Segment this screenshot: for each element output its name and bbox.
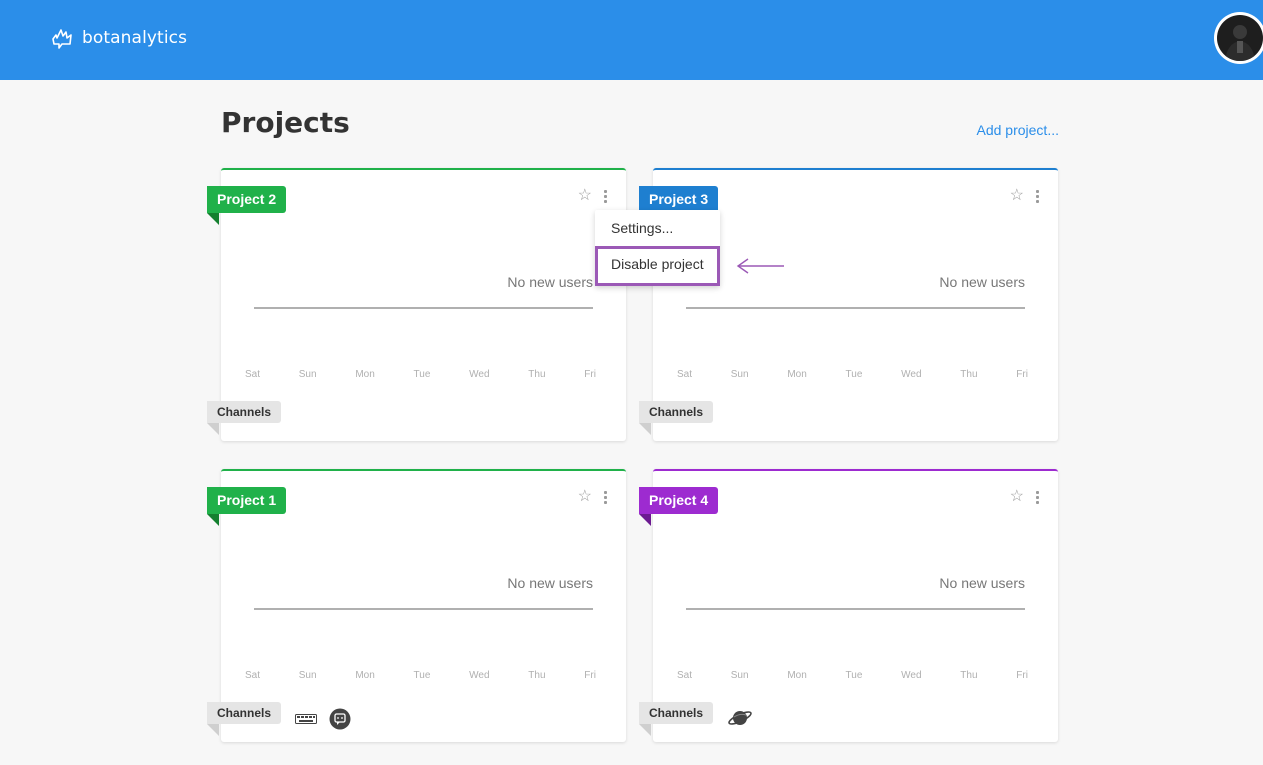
no-new-users-label: No new users [507, 274, 593, 290]
day-label: Mon [787, 670, 807, 681]
channels-tag: Channels [207, 702, 282, 736]
day-label: Tue [413, 369, 431, 380]
day-label: Wed [469, 369, 490, 380]
day-label: Tue [845, 670, 863, 681]
chart-line [686, 608, 1025, 610]
channels-tag: Channels [207, 401, 282, 435]
day-label: Fri [584, 369, 596, 380]
no-new-users-label: No new users [507, 575, 593, 591]
day-label: Sat [245, 369, 261, 380]
day-label: Fri [1016, 369, 1028, 380]
day-axis: Sat Sun Mon Tue Wed Thu Fri [245, 670, 596, 681]
more-options-icon[interactable] [602, 189, 608, 203]
disable-project-menu-item[interactable]: Disable project [595, 246, 720, 286]
day-label: Sat [677, 369, 693, 380]
project-name-tag[interactable]: Project 1 [207, 487, 287, 526]
day-label: Sun [730, 369, 749, 380]
add-project-link[interactable]: Add project... [977, 122, 1060, 138]
day-axis: Sat Sun Mon Tue Wed Thu Fri [677, 369, 1028, 380]
chart-line [254, 608, 593, 610]
day-label: Fri [584, 670, 596, 681]
more-options-icon[interactable] [602, 490, 608, 504]
day-label: Sun [298, 670, 317, 681]
project-card[interactable]: Project 2 ☆ No new users Sat Sun Mon Tue… [207, 168, 626, 441]
project-card[interactable]: Project 3 ☆ No new users Sat Sun Mon Tue… [639, 168, 1058, 441]
more-options-icon[interactable] [1034, 189, 1040, 203]
day-label: Sat [245, 670, 261, 681]
day-label: Thu [960, 369, 978, 380]
channels-tag: Channels [639, 401, 714, 435]
star-icon[interactable]: ☆ [578, 489, 592, 505]
day-label: Wed [901, 670, 922, 681]
channels-tag: Channels [639, 702, 714, 736]
day-label: Fri [1016, 670, 1028, 681]
star-icon[interactable]: ☆ [1010, 188, 1024, 204]
planet-icon [728, 711, 752, 725]
day-label: Wed [901, 369, 922, 380]
keyboard-icon [295, 714, 317, 724]
project-card[interactable]: Project 4 ☆ No new users Sat Sun Mon Tue… [639, 469, 1058, 742]
day-label: Thu [528, 369, 546, 380]
project-options-menu: Settings... Disable project [595, 210, 720, 286]
day-label: Tue [413, 670, 431, 681]
annotation-arrow-icon [736, 258, 784, 274]
user-avatar[interactable] [1214, 12, 1263, 64]
project-name-tag[interactable]: Project 2 [207, 186, 287, 225]
day-label: Sat [677, 670, 693, 681]
project-name-tag[interactable]: Project 4 [639, 487, 719, 526]
day-label: Thu [960, 670, 978, 681]
day-label: Wed [469, 670, 490, 681]
settings-menu-item[interactable]: Settings... [595, 210, 720, 246]
top-bar: botanalytics [0, 0, 1263, 80]
no-new-users-label: No new users [939, 575, 1025, 591]
day-label: Sun [298, 369, 317, 380]
brand-name: botanalytics [82, 28, 188, 48]
brand-logo[interactable]: botanalytics [50, 26, 187, 50]
star-icon[interactable]: ☆ [578, 188, 592, 204]
day-label: Mon [355, 670, 375, 681]
chart-line [686, 307, 1025, 309]
day-label: Tue [845, 369, 863, 380]
day-label: Mon [355, 369, 375, 380]
botanalytics-logo-icon [52, 29, 72, 49]
day-axis: Sat Sun Mon Tue Wed Thu Fri [677, 670, 1028, 681]
day-axis: Sat Sun Mon Tue Wed Thu Fri [245, 369, 596, 380]
project-card[interactable]: Project 1 ☆ No new users Sat Sun Mon Tue… [207, 469, 626, 742]
chat-bubble-icon [329, 708, 351, 730]
more-options-icon[interactable] [1034, 490, 1040, 504]
star-icon[interactable]: ☆ [1010, 489, 1024, 505]
project-name-tag[interactable]: Project 3 [639, 186, 719, 225]
page-title: Projects [221, 106, 350, 139]
day-label: Thu [528, 670, 546, 681]
day-label: Sun [730, 670, 749, 681]
day-label: Mon [787, 369, 807, 380]
chart-line [254, 307, 593, 309]
no-new-users-label: No new users [939, 274, 1025, 290]
